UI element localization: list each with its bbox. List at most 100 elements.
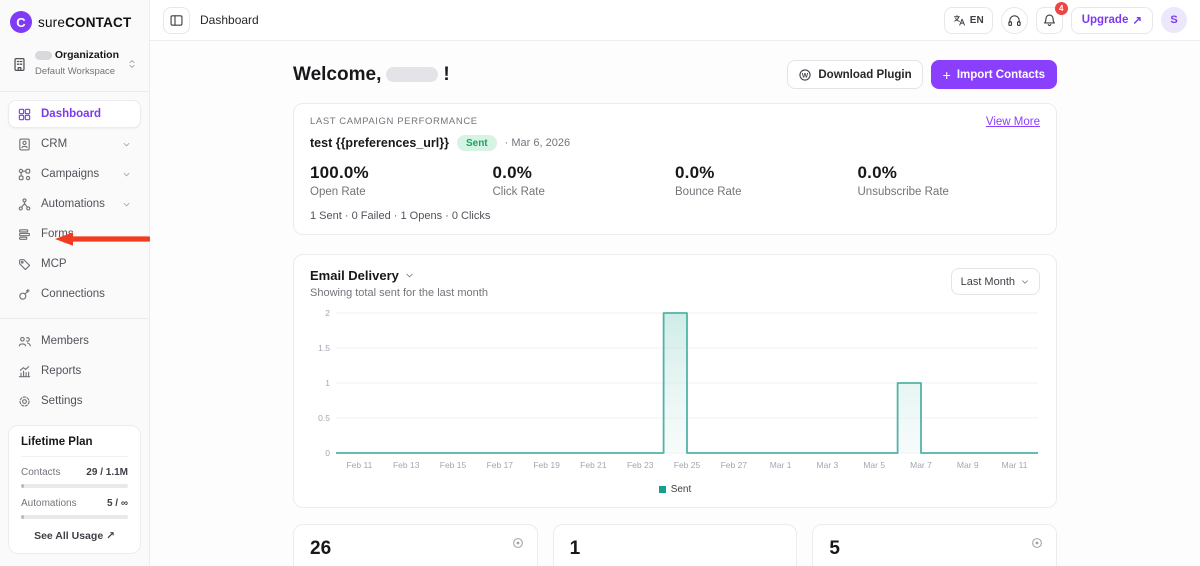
svg-text:Feb 13: Feb 13	[393, 460, 420, 470]
sidebar: C sureCONTACT Organization Default Works…	[0, 0, 150, 566]
sidebar-item-label: Settings	[41, 395, 83, 407]
content: Welcome, ! W Download Plugin + Import Co…	[150, 41, 1200, 566]
brand-name: sureCONTACT	[38, 15, 131, 30]
campaign-name: test {{preferences_url}}	[310, 136, 449, 150]
sidebar-item-campaigns[interactable]: Campaigns	[8, 160, 141, 188]
import-contacts-button[interactable]: + Import Contacts	[931, 60, 1057, 89]
workspace-name: Default Workspace	[35, 66, 115, 77]
plus-icon: +	[943, 67, 951, 83]
sidebar-item-crm[interactable]: CRM	[8, 130, 141, 158]
usage-label: Automations	[21, 498, 77, 509]
stat-bounce-rate: 0.0% Bounce Rate	[675, 163, 858, 198]
email-delivery-chart: 0 0.5 1 1.5 2 Feb 11 Feb 13 Feb 15 Feb 17 Feb 19 F…	[310, 307, 1040, 479]
workspace-switcher[interactable]: Organization Default Workspace	[8, 46, 141, 82]
svg-text:0: 0	[325, 448, 330, 458]
sidebar-item-label: Forms	[41, 228, 74, 240]
download-plugin-button[interactable]: W Download Plugin	[787, 60, 922, 89]
sidebar-toggle-button[interactable]	[163, 7, 190, 34]
sidebar-item-label: Members	[41, 335, 89, 347]
chevron-down-icon	[1020, 277, 1030, 287]
avatar[interactable]: S	[1161, 7, 1187, 33]
sidebar-item-automations[interactable]: Automations	[8, 190, 141, 218]
svg-text:Feb 17: Feb 17	[487, 460, 514, 470]
email-delivery-card: Email Delivery Showing total sent for th…	[293, 254, 1057, 508]
svg-text:1.5: 1.5	[318, 343, 330, 353]
see-all-usage-link[interactable]: See All Usage ↗	[21, 530, 128, 542]
legend-label: Sent	[671, 484, 692, 495]
campaigns-card: 5 Campaigns	[812, 524, 1057, 566]
svg-text:Feb 11: Feb 11	[346, 460, 372, 470]
stat-value: 26	[310, 538, 521, 560]
eye-icon[interactable]	[1030, 536, 1044, 550]
support-button[interactable]	[1001, 7, 1028, 34]
section-label: LAST CAMPAIGN PERFORMANCE	[310, 116, 478, 127]
brand-logo-icon: C	[10, 11, 32, 33]
active-contacts-card: 26 Active Contacts	[293, 524, 538, 566]
stat-open-rate: 100.0% Open Rate	[310, 163, 493, 198]
sidebar-item-label: Reports	[41, 365, 81, 377]
sidebar-item-reports[interactable]: Reports	[8, 357, 141, 385]
reports-icon	[17, 364, 32, 379]
usage-value: 29 / 1.1M	[86, 467, 128, 478]
chart-legend: Sent	[310, 479, 1040, 499]
language-label: EN	[970, 15, 984, 26]
svg-text:1: 1	[325, 378, 330, 388]
svg-text:Mar 11: Mar 11	[1002, 460, 1028, 470]
svg-text:Mar 1: Mar 1	[770, 460, 792, 470]
email-delivery-title-dropdown[interactable]: Email Delivery	[310, 268, 488, 283]
sidebar-item-dashboard[interactable]: Dashboard	[8, 100, 141, 128]
page-title: Welcome, !	[293, 64, 450, 86]
automations-icon	[17, 197, 32, 212]
sidebar-item-label: CRM	[41, 138, 67, 150]
sidebar-item-members[interactable]: Members	[8, 327, 141, 355]
svg-text:Feb 23: Feb 23	[627, 460, 654, 470]
stat-unsubscribe-rate: 0.0% Unsubscribe Rate	[858, 163, 1041, 198]
connections-icon	[17, 287, 32, 302]
email-delivery-subtitle: Showing total sent for the last month	[310, 287, 488, 299]
usage-row-automations: Automations5 / ∞	[21, 498, 128, 519]
last-campaign-card: LAST CAMPAIGN PERFORMANCE View More test…	[293, 103, 1057, 235]
gear-icon	[17, 394, 32, 409]
date-range-dropdown[interactable]: Last Month	[951, 268, 1040, 295]
svg-text:2: 2	[325, 308, 330, 318]
plan-title: Lifetime Plan	[21, 436, 128, 457]
tags-card: 1 Tags	[553, 524, 798, 566]
topbar: Dashboard EN 4 Upgrade↗ S	[150, 0, 1200, 41]
chevron-down-icon	[121, 139, 132, 150]
members-icon	[17, 334, 32, 349]
svg-text:Feb 19: Feb 19	[533, 460, 560, 470]
campaign-summary: 1 Sent · 0 Failed · 1 Opens · 0 Clicks	[310, 210, 1040, 222]
sidebar-item-mcp[interactable]: MCP	[8, 250, 141, 278]
chevron-down-icon	[404, 270, 415, 281]
svg-text:0.5: 0.5	[318, 413, 330, 423]
sidebar-item-forms[interactable]: Forms	[8, 220, 141, 248]
contacts-progress-bar	[21, 484, 128, 488]
svg-text:Feb 27: Feb 27	[721, 460, 748, 470]
secondary-nav: Members Reports Settings	[0, 318, 149, 417]
crm-icon	[17, 137, 32, 152]
eye-icon[interactable]	[511, 536, 525, 550]
svg-text:Mar 7: Mar 7	[910, 460, 932, 470]
arrow-up-right-icon: ↗	[1132, 13, 1142, 27]
sidebar-item-connections[interactable]: Connections	[8, 280, 141, 308]
notifications-button[interactable]: 4	[1036, 7, 1063, 34]
svg-text:Feb 25: Feb 25	[674, 460, 701, 470]
campaign-date: · Mar 6, 2026	[505, 137, 570, 149]
organization-building-icon	[11, 56, 28, 73]
svg-text:Mar 3: Mar 3	[817, 460, 839, 470]
mcp-tag-icon	[17, 257, 32, 272]
upgrade-button[interactable]: Upgrade↗	[1071, 7, 1153, 34]
svg-text:Feb 15: Feb 15	[440, 460, 467, 470]
sidebar-item-settings[interactable]: Settings	[8, 387, 141, 415]
usage-row-contacts: Contacts29 / 1.1M	[21, 467, 128, 488]
dashboard-icon	[17, 107, 32, 122]
sent-legend-swatch	[659, 486, 666, 493]
wordpress-icon: W	[798, 68, 812, 82]
view-more-link[interactable]: View More	[986, 116, 1040, 128]
sidebar-item-label: Connections	[41, 288, 105, 300]
automations-progress-bar	[21, 515, 128, 519]
language-selector[interactable]: EN	[944, 7, 993, 34]
organization-name: Organization	[35, 49, 119, 61]
svg-text:Mar 5: Mar 5	[863, 460, 885, 470]
brand-logo[interactable]: C sureCONTACT	[0, 0, 149, 42]
